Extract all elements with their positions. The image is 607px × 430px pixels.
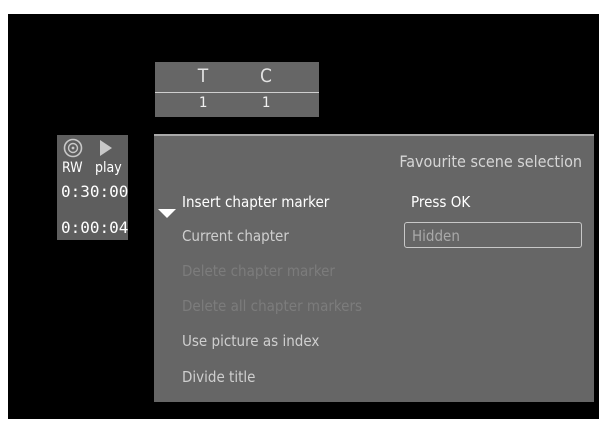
current-chapter-value: Hidden [412,227,460,245]
title-chapter-box: T C 1 1 [155,62,319,117]
menu-item-delete-chapter-marker: Delete chapter marker [182,262,335,280]
title-number: 1 [198,95,208,111]
favourite-scene-menu: Favourite scene selection Insert chapter… [154,134,594,402]
disc-type-label: RW [62,160,83,176]
title-header-label: T [197,65,209,87]
chapter-header-label: C [260,65,272,87]
menu-item-use-picture-as-index[interactable]: Use picture as index [182,332,319,350]
chapter-number: 1 [261,95,271,111]
menu-item-insert-chapter-marker[interactable]: Insert chapter marker [182,193,329,211]
panel-top-divider [154,134,594,136]
menu-item-divide-title[interactable]: Divide title [182,368,255,386]
disc-icon [63,138,83,158]
play-state-label: play [95,160,122,176]
press-ok-hint: Press OK [411,193,471,211]
current-chapter-select[interactable]: Hidden [404,222,582,248]
menu-item-current-chapter[interactable]: Current chapter [182,227,289,245]
title-chapter-header: T C [155,62,319,93]
play-icon [100,140,112,156]
elapsed-time: 0:00:04 [61,218,129,237]
menu-title: Favourite scene selection [399,152,582,171]
total-time: 0:30:00 [61,182,129,201]
menu-item-delete-all-chapter-markers: Delete all chapter markers [182,297,363,315]
down-triangle-icon [158,209,176,218]
tv-screen: T C 1 1 RW play 0:30:00 0:00:04 Favourit… [8,14,599,419]
playback-status-box: RW play 0:30:00 0:00:04 [57,135,128,240]
